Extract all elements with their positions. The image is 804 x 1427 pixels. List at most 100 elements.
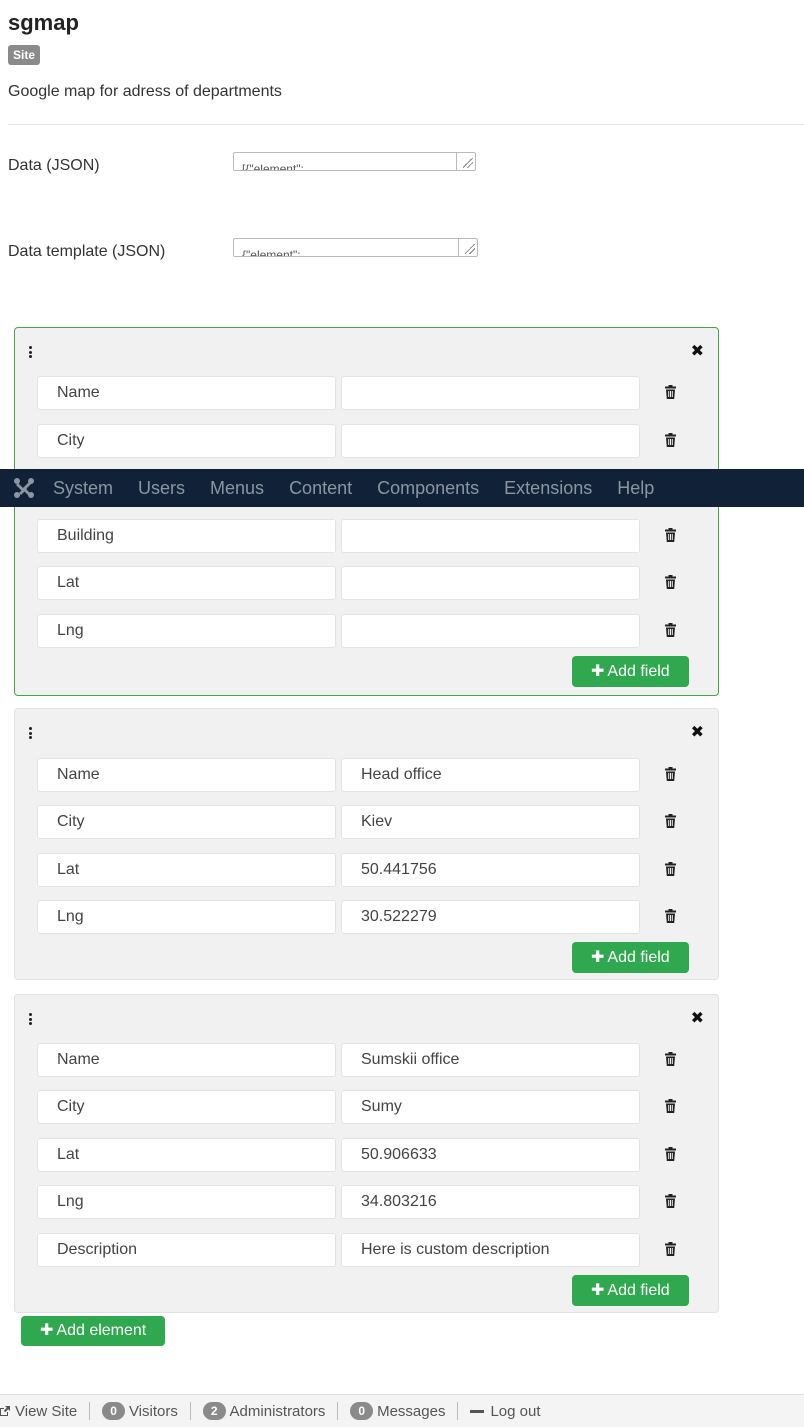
field-key-input[interactable]: City <box>37 1090 336 1124</box>
field-key-input[interactable]: Lat <box>37 1138 336 1172</box>
field-row: Lng 34.803216 <box>37 1185 687 1219</box>
field-row: Lat 50.441756 <box>37 853 687 887</box>
minus-icon <box>470 1409 485 1413</box>
field-key-input[interactable]: Building <box>37 519 336 553</box>
joomla-logo-icon[interactable] <box>13 477 35 499</box>
add-field-button[interactable]: ✚ Add field <box>572 1275 689 1306</box>
close-icon[interactable]: ✖ <box>691 344 704 360</box>
trash-icon[interactable] <box>665 1147 676 1161</box>
field-key-input[interactable]: Lng <box>37 614 336 648</box>
admins-label: Administrators <box>229 1402 326 1420</box>
drag-handle-icon[interactable] <box>29 346 32 358</box>
admins-count-badge: 2 <box>202 1402 226 1420</box>
field-value-input[interactable]: Head office <box>341 758 640 792</box>
plus-icon: ✚ <box>591 663 605 680</box>
field-value-input[interactable]: 50.441756 <box>341 853 640 887</box>
messages-count-badge: 0 <box>350 1402 374 1420</box>
messages-label: Messages <box>377 1402 446 1420</box>
trash-icon[interactable] <box>665 1242 676 1256</box>
trash-icon[interactable] <box>665 433 676 447</box>
visitors-label: Visitors <box>128 1402 178 1420</box>
nav-content[interactable]: Content <box>289 478 352 499</box>
field-row: Lat <box>37 566 687 600</box>
field-key-input[interactable]: Name <box>37 758 336 792</box>
close-icon[interactable]: ✖ <box>691 1011 704 1027</box>
trash-icon[interactable] <box>665 767 676 781</box>
map-element-3: ✖ Name Sumskii office City Sumy Lat 50.9… <box>14 994 719 1313</box>
field-key-input[interactable]: Lng <box>37 900 336 934</box>
trash-icon[interactable] <box>665 623 676 637</box>
field-key-input[interactable]: City <box>37 424 336 458</box>
field-key-input[interactable]: Description <box>37 1233 336 1267</box>
field-key-input[interactable]: Lat <box>37 853 336 887</box>
administrators-link[interactable]: 2 Administrators <box>191 1402 339 1420</box>
field-value-input[interactable] <box>341 614 640 648</box>
field-value-input[interactable]: 50.906633 <box>341 1138 640 1172</box>
field-row: Lat 50.906633 <box>37 1138 687 1172</box>
nav-extensions[interactable]: Extensions <box>504 478 592 499</box>
field-key-input[interactable]: Name <box>37 1043 336 1077</box>
trash-icon[interactable] <box>665 385 676 399</box>
field-value-input[interactable] <box>341 566 640 600</box>
add-element-label: Add element <box>56 1322 147 1339</box>
field-key-input[interactable]: City <box>37 805 336 839</box>
nav-menus[interactable]: Menus <box>210 478 264 499</box>
nav-system[interactable]: System <box>53 478 113 499</box>
plus-icon: ✚ <box>591 949 605 966</box>
divider <box>8 124 804 125</box>
trash-icon[interactable] <box>665 1194 676 1208</box>
nav-help[interactable]: Help <box>617 478 654 499</box>
plus-icon: ✚ <box>591 1282 605 1299</box>
close-icon[interactable]: ✖ <box>691 725 704 741</box>
data-template-textarea[interactable]: {"element": <box>233 238 478 257</box>
field-row: Building <box>37 519 687 553</box>
trash-icon[interactable] <box>665 909 676 923</box>
add-field-button[interactable]: ✚ Add field <box>572 942 689 973</box>
field-key-input[interactable]: Name <box>37 376 336 410</box>
nav-components[interactable]: Components <box>377 478 479 499</box>
visitors-link[interactable]: 0 Visitors <box>90 1402 191 1420</box>
field-value-input[interactable]: Here is custom description <box>341 1233 640 1267</box>
add-element-button[interactable]: ✚ Add element <box>21 1316 166 1346</box>
messages-link[interactable]: 0 Messages <box>338 1402 459 1420</box>
view-site-link[interactable]: View Site <box>0 1402 91 1420</box>
add-field-label: Add field <box>607 949 670 966</box>
data-template-label: Data template (JSON) <box>8 243 166 260</box>
field-value-input[interactable] <box>341 376 640 410</box>
drag-handle-icon[interactable] <box>29 1013 32 1025</box>
field-value-input[interactable]: 34.803216 <box>341 1185 640 1219</box>
field-value-input[interactable]: Sumy <box>341 1090 640 1124</box>
drag-handle-icon[interactable] <box>29 727 32 739</box>
trash-icon[interactable] <box>665 1052 676 1066</box>
field-value-input[interactable]: Sumskii office <box>341 1043 640 1077</box>
textarea-resize-separator <box>456 153 457 170</box>
add-field-label: Add field <box>607 663 670 680</box>
trash-icon[interactable] <box>665 528 676 542</box>
field-key-input[interactable]: Lng <box>37 1185 336 1219</box>
data-json-value: [{"element": <box>242 162 304 171</box>
field-value-input[interactable]: 30.522279 <box>341 900 640 934</box>
field-row: Description Here is custom description <box>37 1233 687 1267</box>
trash-icon[interactable] <box>665 1099 676 1113</box>
data-template-value: {"element": <box>242 248 301 257</box>
site-badge: Site <box>8 45 41 65</box>
field-value-input[interactable] <box>341 424 640 458</box>
data-json-textarea[interactable]: [{"element": <box>233 152 476 171</box>
plus-icon: ✚ <box>40 1322 54 1339</box>
field-value-input[interactable]: Kiev <box>341 805 640 839</box>
add-field-button[interactable]: ✚ Add field <box>572 656 689 687</box>
add-field-label: Add field <box>607 1282 670 1299</box>
external-link-icon <box>0 1405 10 1416</box>
field-row: Lng 30.522279 <box>37 900 687 934</box>
trash-icon[interactable] <box>665 575 676 589</box>
logout-link[interactable]: Log out <box>458 1402 552 1420</box>
field-row: Name Sumskii office <box>37 1043 687 1077</box>
field-value-input[interactable] <box>341 519 640 553</box>
admin-navbar: System Users Menus Content Components Ex… <box>0 469 804 507</box>
trash-icon[interactable] <box>665 862 676 876</box>
trash-icon[interactable] <box>665 814 676 828</box>
nav-users[interactable]: Users <box>138 478 185 499</box>
field-key-input[interactable]: Lat <box>37 566 336 600</box>
field-row: Name <box>37 376 687 410</box>
page-title: sgmap <box>8 10 79 35</box>
